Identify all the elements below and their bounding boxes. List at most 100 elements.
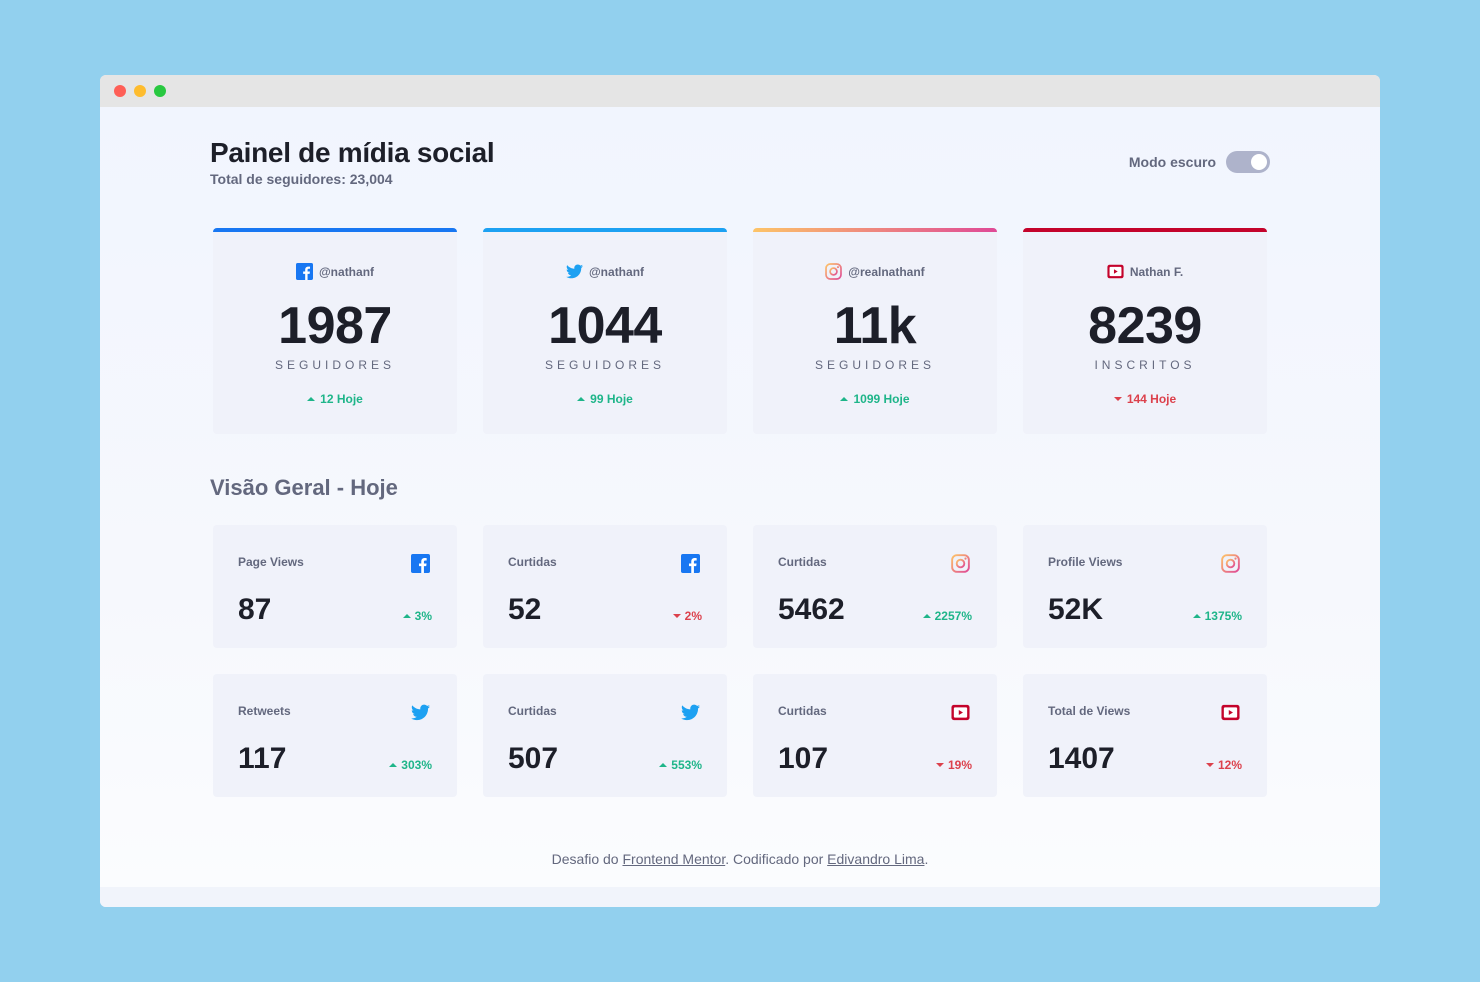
dark-mode-toggle[interactable] [1226, 151, 1270, 173]
youtube-icon [1107, 263, 1124, 280]
overview-value: 1407 [1048, 742, 1115, 775]
handle: @nathanf [318, 264, 375, 279]
overview-card-facebook[interactable]: Curtidas 52 2% [483, 525, 727, 648]
overview-metric: Curtidas [508, 704, 557, 718]
overview-change: 2% [672, 609, 702, 623]
today-change-value: 144 Hoje [1126, 392, 1177, 406]
overview-value: 52 [508, 593, 542, 626]
overview-change: 303% [389, 758, 432, 772]
maximize-window-button[interactable] [154, 85, 166, 97]
window-titlebar [100, 75, 1380, 107]
overview-metric: Curtidas [508, 555, 557, 569]
dashboard-content: Painel de mídia social Total de seguidor… [100, 107, 1380, 887]
overview-card-instagram[interactable]: Profile Views 52K 1375% [1023, 525, 1267, 648]
overview-value: 117 [238, 742, 287, 775]
instagram-icon [951, 554, 970, 573]
overview-card-youtube[interactable]: Total de Views 1407 12% [1023, 674, 1267, 797]
arrow-up-icon [389, 763, 398, 767]
facebook-icon [295, 263, 313, 280]
follower-cards: @nathanf 1987 SEGUIDORES 12 Hoje @nathanf 104… [213, 228, 1267, 434]
today-change: 99 Hoje [483, 392, 727, 406]
overview-change: 12% [1205, 758, 1242, 772]
overview-change-value: 2% [684, 609, 702, 623]
follower-count: 8239 [1088, 297, 1202, 355]
overview-change: 19% [935, 758, 972, 772]
network-color-bar [1023, 228, 1267, 232]
overview-change-value: 3% [414, 609, 432, 623]
browser-window: Painel de mídia social Total de seguidor… [100, 75, 1380, 907]
overview-metric: Curtidas [778, 704, 827, 718]
arrow-up-icon [577, 397, 586, 401]
follower-count: 11k [833, 297, 917, 355]
follower-count: 1044 [548, 297, 662, 355]
overview-value: 107 [778, 742, 829, 775]
overview-metric: Page Views [238, 555, 304, 569]
overview-card-twitter[interactable]: Curtidas 507 553% [483, 674, 727, 797]
overview-card-youtube[interactable]: Curtidas 107 19% [753, 674, 997, 797]
overview-value: 5462 [778, 593, 845, 626]
today-change-value: 12 Hoje [320, 392, 363, 406]
instagram-icon [1221, 554, 1240, 573]
overview-change: 2257% [922, 609, 972, 623]
handle-row: @realnathanf [753, 263, 997, 280]
handle-row: @nathanf [213, 263, 457, 280]
arrow-up-icon [307, 397, 316, 401]
overview-value: 52K [1048, 593, 1104, 626]
overview-cards: Page Views 87 3% Curtidas 52 2% Curtidas 5462 22… [213, 525, 1267, 797]
arrow-up-icon [922, 614, 931, 618]
today-change: 144 Hoje [1023, 392, 1267, 406]
dark-mode-control: Modo escuro [1129, 151, 1270, 173]
follower-label: SEGUIDORES [814, 358, 935, 372]
footer-prefix: Desafio do [551, 851, 623, 867]
arrow-down-icon [1113, 397, 1122, 401]
twitter-icon [411, 703, 430, 722]
overview-value: 507 [508, 742, 559, 775]
follower-card-youtube[interactable]: Nathan F. 8239 INSCRITOS 144 Hoje [1023, 228, 1267, 434]
overview-change: 3% [402, 609, 432, 623]
network-color-bar [483, 228, 727, 232]
arrow-down-icon [1205, 763, 1214, 767]
follower-card-twitter[interactable]: @nathanf 1044 SEGUIDORES 99 Hoje [483, 228, 727, 434]
overview-metric: Curtidas [778, 555, 827, 569]
follower-count: 1987 [278, 297, 392, 355]
today-change: 1099 Hoje [753, 392, 997, 406]
instagram-icon [825, 263, 843, 280]
handle: @realnathanf [848, 264, 925, 279]
follower-label: INSCRITOS [1094, 358, 1196, 372]
twitter-icon [681, 703, 700, 722]
arrow-up-icon [840, 397, 849, 401]
facebook-icon [411, 554, 430, 573]
twitter-icon [565, 263, 583, 280]
youtube-icon [1221, 703, 1240, 722]
overview-card-twitter[interactable]: Retweets 117 303% [213, 674, 457, 797]
page-title: Painel de mídia social [210, 137, 495, 168]
overview-change: 553% [659, 758, 702, 772]
arrow-down-icon [672, 614, 681, 618]
author-link[interactable]: Edivandro Lima [827, 851, 924, 867]
overview-metric: Retweets [238, 704, 291, 718]
youtube-icon [951, 703, 970, 722]
footer-suffix: . [924, 851, 929, 867]
overview-change-value: 19% [947, 758, 972, 772]
follower-card-instagram[interactable]: @realnathanf 11k SEGUIDORES 1099 Hoje [753, 228, 997, 434]
overview-change-value: 1375% [1204, 609, 1242, 623]
overview-change-value: 303% [401, 758, 432, 772]
minimize-window-button[interactable] [134, 85, 146, 97]
follower-label: SEGUIDORES [274, 358, 395, 372]
overview-card-instagram[interactable]: Curtidas 5462 2257% [753, 525, 997, 648]
frontend-mentor-link[interactable]: Frontend Mentor [622, 851, 725, 867]
today-change-value: 99 Hoje [590, 392, 633, 406]
follower-label: SEGUIDORES [544, 358, 665, 372]
dark-mode-label: Modo escuro [1128, 154, 1216, 170]
close-window-button[interactable] [114, 85, 126, 97]
follower-card-facebook[interactable]: @nathanf 1987 SEGUIDORES 12 Hoje [213, 228, 457, 434]
arrow-up-icon [1192, 614, 1201, 618]
today-change: 12 Hoje [213, 392, 457, 406]
arrow-up-icon [659, 763, 668, 767]
overview-change-value: 12% [1217, 758, 1242, 772]
handle-row: @nathanf [483, 263, 727, 280]
overview-card-facebook[interactable]: Page Views 87 3% [213, 525, 457, 648]
overview-change-value: 553% [671, 758, 702, 772]
overview-metric: Total de Views [1048, 704, 1131, 718]
attribution-footer: Desafio do Frontend Mentor. Codificado p… [100, 851, 1380, 867]
